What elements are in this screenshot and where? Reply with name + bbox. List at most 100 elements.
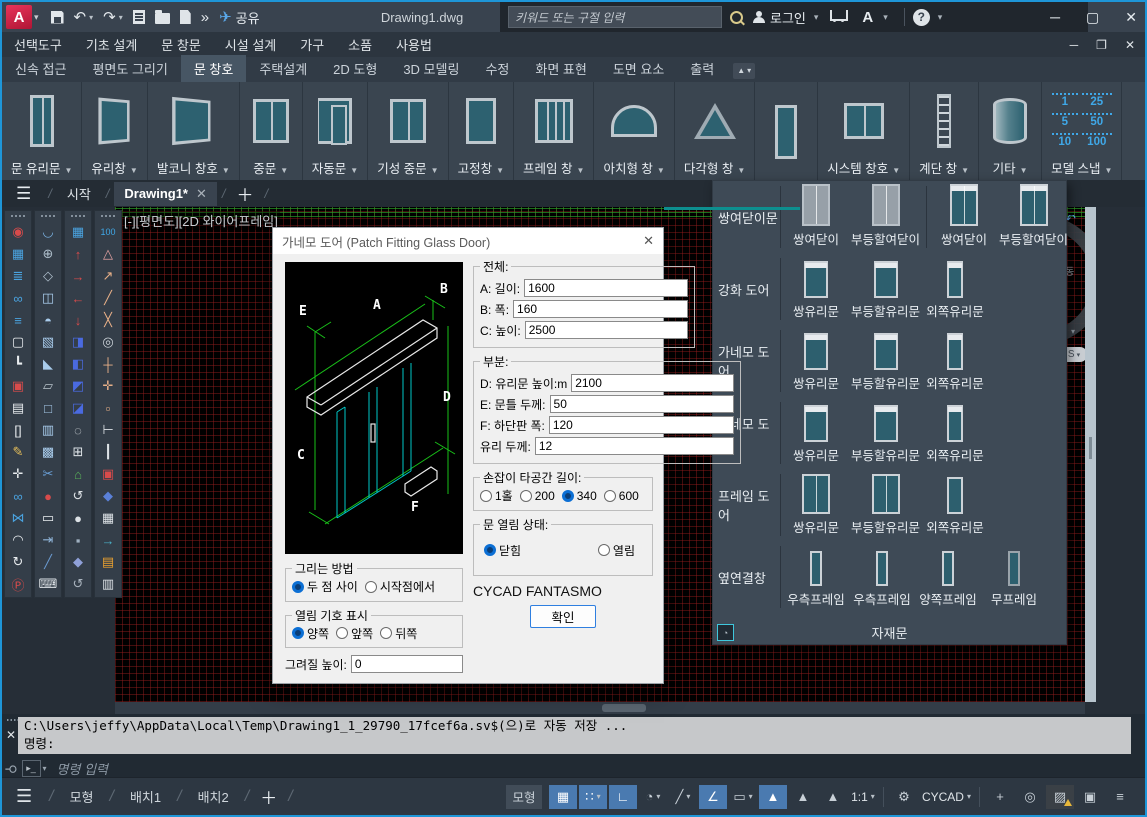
new-drawing-button[interactable]: ＋ bbox=[237, 181, 254, 206]
status-caret-icon[interactable]: ▾ bbox=[871, 792, 875, 801]
open-icon[interactable] bbox=[155, 13, 170, 24]
ribbon-item[interactable]: 고정창▼ bbox=[449, 82, 514, 180]
ribbon-tab[interactable]: 2D 도형 bbox=[320, 55, 390, 82]
pin-panel-icon[interactable]: ◔ bbox=[717, 624, 734, 641]
command-prompt-icon[interactable]: ▸_ bbox=[22, 760, 41, 777]
tool-icon[interactable]: ╳ bbox=[97, 309, 119, 331]
menu-item[interactable]: 문 창문 bbox=[149, 35, 213, 54]
ribbon-tab[interactable]: 평면도 그리기 bbox=[79, 55, 180, 82]
status-toggle[interactable]: + bbox=[986, 785, 1014, 809]
doc-close-button[interactable]: ✕ bbox=[1125, 38, 1135, 52]
dropdown-caret-icon[interactable]: ▼ bbox=[64, 166, 72, 175]
tool-icon[interactable]: ∞ bbox=[7, 485, 29, 507]
help-caret-icon[interactable]: ▾ bbox=[938, 12, 943, 23]
status-toggle[interactable]: ≡ bbox=[1106, 785, 1134, 809]
field-input[interactable] bbox=[524, 279, 688, 297]
dropdown-caret-icon[interactable]: ▼ bbox=[1020, 166, 1028, 175]
dropdown-caret-icon[interactable]: ▼ bbox=[350, 166, 358, 175]
wrench-icon[interactable]: ⚲ bbox=[3, 764, 19, 774]
status-toggle[interactable]: ∷▾ bbox=[579, 785, 607, 809]
tool-icon[interactable]: ← bbox=[67, 287, 89, 309]
search-input[interactable]: 키워드 또는 구절 입력 bbox=[508, 6, 722, 28]
tool-icon[interactable]: ┗ bbox=[7, 353, 29, 375]
flyout-door-item[interactable]: 부등할유리문 bbox=[849, 333, 922, 392]
share-button[interactable]: ✈공유 bbox=[219, 8, 260, 27]
doc-minimize-button[interactable]: ─ bbox=[1070, 38, 1079, 52]
ribbon-item[interactable]: 계단 창▼ bbox=[910, 82, 979, 180]
status-toggle[interactable]: ▭▾ bbox=[729, 785, 757, 809]
tool-icon[interactable]: ≡ bbox=[7, 309, 29, 331]
close-button[interactable]: ✕ bbox=[1125, 9, 1137, 26]
flyout-door-item[interactable]: 부등할유리문 bbox=[849, 261, 922, 320]
viewport-label[interactable]: [-][평면도][2D 와이어프레임] bbox=[122, 211, 280, 230]
horizontal-scrollbar[interactable] bbox=[115, 702, 1085, 714]
flyout-door-item[interactable]: 부등할여닫이 bbox=[849, 184, 922, 248]
autodesk-icon[interactable]: A bbox=[862, 9, 873, 26]
tool-icon[interactable]: ◆ bbox=[97, 485, 119, 507]
tool-icon[interactable]: ◆ bbox=[67, 551, 89, 573]
ribbon-item[interactable]: 발코니 창호▼ bbox=[148, 82, 240, 180]
flyout-door-item[interactable]: 외쪽유리문 bbox=[922, 405, 988, 464]
tool-icon[interactable]: ◡ bbox=[37, 221, 59, 243]
tool-icon[interactable]: ◉ bbox=[7, 221, 29, 243]
ribbon-tab[interactable]: 신속 접근 bbox=[2, 55, 79, 82]
tool-icon[interactable]: ▣ bbox=[97, 463, 119, 485]
radio-option[interactable]: 1홀 bbox=[480, 487, 513, 504]
status-toggle[interactable]: 모형 bbox=[506, 785, 542, 809]
flyout-door-item[interactable]: 우측프레임 bbox=[849, 551, 915, 608]
tool-icon[interactable]: ◣ bbox=[37, 353, 59, 375]
tool-icon[interactable]: ▪ bbox=[67, 529, 89, 551]
minimize-button[interactable]: ─ bbox=[1050, 9, 1060, 25]
doc-restore-button[interactable]: ❐ bbox=[1096, 38, 1107, 52]
ribbon-tab[interactable]: 도면 요소 bbox=[600, 55, 677, 82]
store-cart-icon[interactable] bbox=[830, 10, 848, 21]
flyout-door-item[interactable]: 쌍유리문 bbox=[783, 405, 849, 464]
tool-icon[interactable]: ▫ bbox=[97, 397, 119, 419]
flyout-door-item[interactable]: 부등할유리문 bbox=[849, 405, 922, 464]
tool-icon[interactable]: ⋈ bbox=[7, 507, 29, 529]
layout-tab[interactable]: 배치2 bbox=[187, 782, 240, 811]
tool-icon[interactable]: ⊞ bbox=[67, 441, 89, 463]
redo-icon[interactable]: ↷ bbox=[103, 8, 116, 26]
tool-icon[interactable]: ◓ bbox=[37, 309, 59, 331]
radio-option[interactable]: 앞쪽 bbox=[336, 625, 373, 642]
tool-icon[interactable]: ⊢ bbox=[97, 419, 119, 441]
tool-icon[interactable]: ◎ bbox=[97, 331, 119, 353]
tool-icon[interactable]: ↑ bbox=[67, 243, 89, 265]
status-caret-icon[interactable]: ▾ bbox=[597, 792, 601, 801]
ribbon-tab[interactable]: 수정 bbox=[472, 55, 522, 82]
status-toggle[interactable]: CYCAD▾ bbox=[920, 785, 973, 809]
status-toggle[interactable]: ◎ bbox=[1016, 785, 1044, 809]
status-toggle[interactable]: ▲ bbox=[789, 785, 817, 809]
status-toggle[interactable]: ╱▾ bbox=[669, 785, 697, 809]
tool-icon[interactable]: ◇ bbox=[37, 265, 59, 287]
dropdown-caret-icon[interactable]: ▼ bbox=[1105, 166, 1113, 175]
status-toggle[interactable]: ▲ bbox=[819, 785, 847, 809]
autodesk-caret-icon[interactable]: ▾ bbox=[883, 12, 888, 23]
status-caret-icon[interactable]: ▾ bbox=[967, 792, 971, 801]
undo-icon[interactable]: ↶ bbox=[74, 8, 87, 26]
tool-icon[interactable]: ⊕ bbox=[37, 243, 59, 265]
help-icon[interactable]: ? bbox=[913, 9, 930, 26]
vertical-scrollbar-thumb[interactable] bbox=[1089, 437, 1092, 459]
search-icon[interactable] bbox=[730, 11, 743, 24]
radio-option[interactable]: 뒤쪽 bbox=[380, 625, 417, 642]
tool-icon[interactable]: 100 bbox=[97, 221, 119, 243]
flyout-door-item[interactable]: 외쪽유리문 bbox=[922, 261, 988, 320]
dropdown-caret-icon[interactable]: ▼ bbox=[222, 166, 230, 175]
ribbon-tab[interactable]: 주택설계 bbox=[246, 55, 320, 82]
flyout-door-item[interactable]: 부등할여닫이 bbox=[997, 184, 1070, 248]
dropdown-caret-icon[interactable]: ▼ bbox=[961, 166, 969, 175]
login-caret-icon[interactable]: ▾ bbox=[814, 12, 819, 23]
flyout-door-item[interactable]: 쌍유리문 bbox=[783, 474, 849, 536]
tool-icon[interactable]: △ bbox=[97, 243, 119, 265]
redo-caret-icon[interactable]: ▾ bbox=[119, 13, 123, 22]
flyout-door-item[interactable]: 쌍여닫이 bbox=[783, 184, 849, 248]
new-layout-button[interactable]: ＋ bbox=[260, 784, 277, 809]
tool-icon[interactable]: ● bbox=[67, 507, 89, 529]
tool-icon[interactable]: ▧ bbox=[37, 331, 59, 353]
dropdown-caret-icon[interactable]: ▼ bbox=[130, 166, 138, 175]
toolbar-drag-handle[interactable] bbox=[70, 214, 86, 219]
tool-icon[interactable]: ◌ bbox=[67, 419, 89, 441]
status-toggle[interactable]: ⚙ bbox=[890, 785, 918, 809]
